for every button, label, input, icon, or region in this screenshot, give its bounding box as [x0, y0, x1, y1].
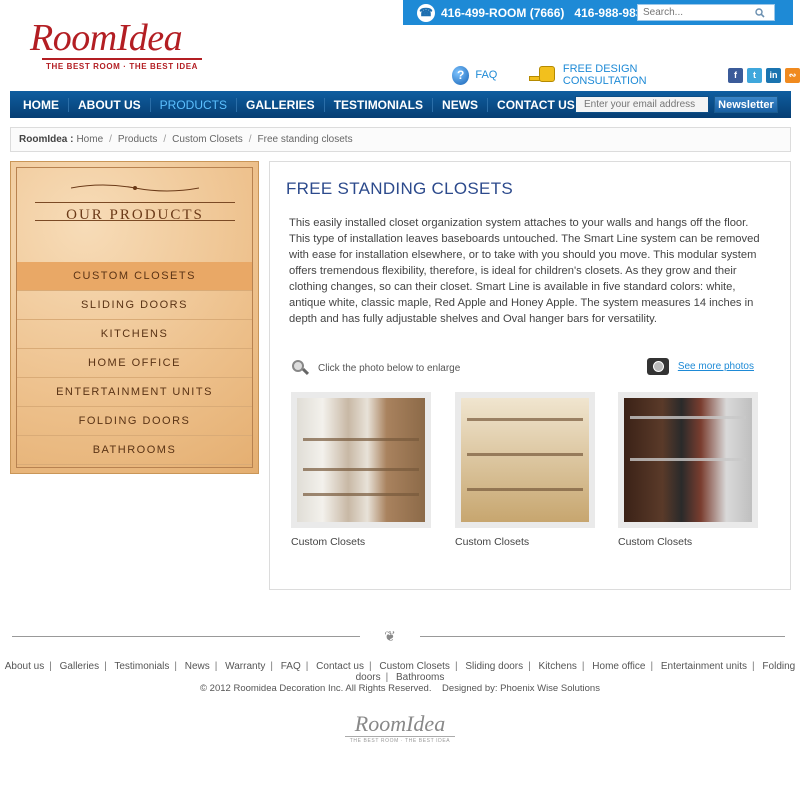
photo-thumbnail[interactable]: [291, 392, 431, 528]
footer-ornament-icon: ❦: [360, 628, 420, 644]
title-rule-bottom: [35, 220, 235, 221]
sidebar-item-folding-doors[interactable]: FOLDING DOORS: [17, 407, 252, 436]
breadcrumb-separator: /: [163, 134, 167, 145]
main-nav: HOME ABOUT US PRODUCTS GALLERIES TESTIMO…: [10, 91, 791, 118]
twitter-icon[interactable]: t: [747, 67, 762, 83]
designer-credit[interactable]: Designed by: Phoenix Wise Solutions: [442, 683, 600, 694]
page-title: FREE STANDING CLOSETS: [286, 179, 514, 198]
sidebar-item-bathrooms[interactable]: BATHROOMS: [17, 436, 252, 465]
nav-testimonials[interactable]: TESTIMONIALS: [325, 97, 434, 112]
footer-link-bathrooms[interactable]: Bathrooms: [396, 672, 444, 683]
newsletter-form: Newsletter: [575, 96, 778, 113]
consultation-link[interactable]: FREE DESIGN CONSULTATION: [563, 63, 710, 87]
sidebar-item-entertainment-units[interactable]: ENTERTAINMENT UNITS: [17, 378, 252, 407]
photo-caption: Custom Closets: [291, 536, 366, 548]
sidebar-item-home-office[interactable]: HOME OFFICE: [17, 349, 252, 378]
enlarge-hint-text: Click the photo below to enlarge: [318, 362, 461, 374]
closet-photo-1[interactable]: [297, 398, 425, 522]
sidebar-item-kitchens[interactable]: KITCHENS: [17, 320, 252, 349]
breadcrumb-custom-closets[interactable]: Custom Closets: [172, 134, 243, 145]
logo-tagline: THE BEST ROOM · THE BEST IDEA: [42, 58, 202, 71]
sidebar-title: OUR PRODUCTS: [66, 207, 204, 223]
linkedin-icon[interactable]: in: [766, 67, 781, 83]
tape-measure-icon: [529, 66, 555, 84]
phone-number-primary: 416-499-ROOM (7666): [441, 5, 565, 20]
newsletter-email-input[interactable]: [575, 96, 709, 113]
footer-link-custom-closets[interactable]: Custom Closets: [379, 661, 450, 672]
footer-link-home-office[interactable]: Home office: [592, 661, 645, 672]
footer-link-contact-us[interactable]: Contact us: [316, 661, 364, 672]
see-more-link[interactable]: See more photos: [678, 361, 754, 372]
breadcrumb-home[interactable]: Home: [76, 134, 103, 145]
search-icon[interactable]: [753, 5, 767, 20]
breadcrumb-products[interactable]: Products: [118, 134, 157, 145]
photo-caption: Custom Closets: [618, 536, 693, 548]
nav-products[interactable]: PRODUCTS: [151, 97, 238, 112]
copyright: © 2012 Roomidea Decoration Inc. All Righ…: [0, 683, 800, 694]
enlarge-hint: Click the photo below to enlarge: [292, 360, 460, 376]
footer-logo[interactable]: RoomIdea THE BEST ROOM · THE BEST IDEA: [345, 712, 455, 744]
breadcrumb-site: RoomIdea :: [19, 134, 74, 145]
main-content: FREE STANDING CLOSETS This easily instal…: [269, 161, 791, 590]
see-more-photos[interactable]: See more photos: [646, 358, 754, 375]
newsletter-button[interactable]: Newsletter: [714, 96, 778, 113]
footer-logo-tagline: THE BEST ROOM · THE BEST IDEA: [345, 736, 455, 744]
breadcrumb-separator: /: [109, 134, 112, 145]
nav-news[interactable]: NEWS: [433, 97, 489, 112]
footer-link-sliding-doors[interactable]: Sliding doors: [465, 661, 523, 672]
rss-icon[interactable]: ∾: [785, 67, 800, 83]
footer-link-news[interactable]: News: [185, 661, 210, 672]
search-box: [637, 4, 775, 21]
product-description: This easily installed closet organizatio…: [289, 217, 760, 325]
closet-photo-2[interactable]: [461, 398, 589, 522]
footer-link-testimonials[interactable]: Testimonials: [114, 661, 169, 672]
nav-home[interactable]: HOME: [10, 97, 69, 112]
nav-about-us[interactable]: ABOUT US: [69, 97, 151, 112]
nav-galleries[interactable]: GALLERIES: [237, 97, 325, 112]
logo-name: RoomIdea: [30, 17, 183, 59]
breadcrumb-current: Free standing closets: [257, 134, 353, 145]
sidebar-item-sliding-doors[interactable]: SLIDING DOORS: [17, 291, 252, 320]
footer-link-faq[interactable]: FAQ: [281, 661, 301, 672]
footer-link-galleries[interactable]: Galleries: [60, 661, 99, 672]
site-logo[interactable]: RoomIdea THE BEST ROOM · THE BEST IDEA: [30, 18, 210, 71]
magnifier-icon: [292, 360, 310, 376]
faq-icon[interactable]: ?: [452, 65, 470, 85]
footer-link-about-us[interactable]: About us: [5, 661, 44, 672]
products-sidebar: OUR PRODUCTS CUSTOM CLOSETS SLIDING DOOR…: [10, 161, 259, 474]
photo-thumbnail[interactable]: [618, 392, 758, 528]
header-links: ? FAQ FREE DESIGN CONSULTATION f t in ∾: [452, 63, 800, 87]
footer-links: About us | Galleries | Testimonials | News |…: [4, 661, 796, 683]
product-list: CUSTOM CLOSETS SLIDING DOORS KITCHENS HO…: [17, 262, 252, 465]
nav-contact-us[interactable]: CONTACT US: [488, 98, 584, 112]
title-rule-top: [35, 202, 235, 203]
photo-caption: Custom Closets: [455, 536, 530, 548]
breadcrumb: RoomIdea : Home / Products / Custom Clos…: [10, 127, 791, 152]
footer-logo-name: RoomIdea: [354, 711, 446, 736]
footer-link-kitchens[interactable]: Kitchens: [539, 661, 577, 672]
faq-link[interactable]: FAQ: [475, 69, 497, 81]
photo-thumbnail[interactable]: [455, 392, 595, 528]
search-input[interactable]: [638, 5, 753, 20]
footer-link-warranty[interactable]: Warranty: [225, 661, 265, 672]
ornament-icon: [71, 184, 199, 192]
copyright-text: © 2012 Roomidea Decoration Inc. All Righ…: [200, 683, 432, 694]
facebook-icon[interactable]: f: [728, 67, 743, 83]
phone-icon: ☎: [417, 3, 435, 22]
social-links: f t in ∾: [724, 67, 800, 83]
footer-link-entertainment-units[interactable]: Entertainment units: [661, 661, 747, 672]
closet-photo-3[interactable]: [624, 398, 752, 522]
breadcrumb-separator: /: [248, 134, 252, 145]
contact-bar: ☎ 416-499-ROOM (7666) 416-988-9839: [403, 0, 793, 25]
camera-icon: [646, 358, 669, 375]
sidebar-item-custom-closets[interactable]: CUSTOM CLOSETS: [17, 262, 252, 291]
